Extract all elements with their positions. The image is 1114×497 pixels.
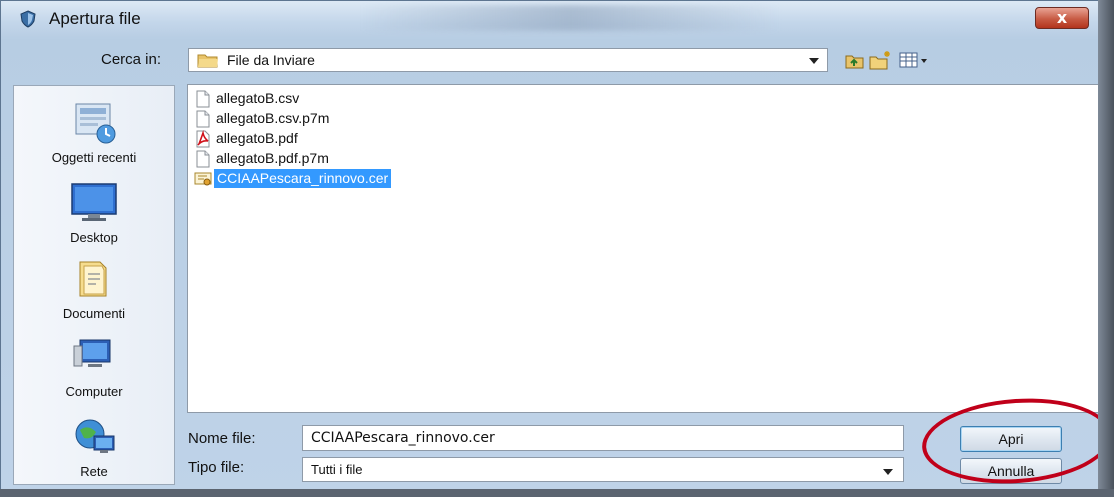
- file-item[interactable]: allegatoB.csv: [190, 89, 480, 109]
- file-name: allegatoB.pdf: [216, 130, 298, 146]
- new-folder-icon[interactable]: [868, 49, 892, 71]
- document-icon: [196, 110, 210, 128]
- up-one-level-icon[interactable]: [843, 49, 867, 71]
- view-menu-icon[interactable]: [897, 49, 931, 71]
- close-button[interactable]: x: [1035, 7, 1089, 29]
- documents-icon: [79, 261, 107, 297]
- cancel-button[interactable]: Annulla: [960, 458, 1062, 484]
- place-label: Computer: [65, 384, 123, 399]
- lookin-value: File da Inviare: [227, 52, 315, 68]
- chevron-down-icon: [809, 58, 819, 64]
- folder-icon: [197, 54, 218, 68]
- document-icon: [196, 90, 210, 108]
- place-label: Oggetti recenti: [51, 150, 137, 165]
- place-computer[interactable]: Computer: [14, 332, 174, 408]
- window-title: Apertura file: [49, 9, 141, 28]
- places-bar: Oggetti recenti Desktop Documenti Comput…: [13, 85, 175, 485]
- pdf-icon: [196, 130, 210, 148]
- desktop-icon: [71, 183, 117, 221]
- lookin-dropdown[interactable]: File da Inviare: [188, 48, 828, 72]
- file-item-selected[interactable]: CCIAAPescara_rinnovo.cer: [190, 169, 480, 189]
- recent-items-icon: [75, 103, 116, 144]
- file-name: allegatoB.csv.p7m: [216, 110, 330, 126]
- file-name: allegatoB.csv: [216, 90, 300, 106]
- certificate-icon: [194, 172, 212, 186]
- place-network[interactable]: Rete: [14, 412, 174, 488]
- place-documents[interactable]: Documenti: [14, 254, 174, 330]
- document-icon: [196, 150, 210, 168]
- network-icon: [75, 419, 115, 453]
- lookin-label: Cerca in:: [101, 51, 162, 68]
- file-list[interactable]: allegatoB.csv allegatoB.csv.p7m allegato…: [187, 84, 1099, 413]
- place-label: Rete: [80, 464, 108, 479]
- place-label: Documenti: [62, 306, 126, 321]
- title-bar: Apertura file x: [1, 1, 1099, 37]
- window-frame-edge: [1098, 0, 1114, 497]
- window-frame-bottom: [0, 489, 1114, 497]
- shield-icon: [20, 10, 36, 28]
- file-item[interactable]: allegatoB.csv.p7m: [190, 109, 480, 129]
- place-desktop[interactable]: Desktop: [14, 178, 174, 254]
- open-file-dialog: Apertura file x Cerca in: File da Inviar…: [0, 0, 1114, 497]
- file-item[interactable]: allegatoB.pdf: [190, 129, 480, 149]
- filename-label: Nome file:: [188, 430, 256, 447]
- filetype-label: Tipo file:: [188, 459, 245, 476]
- file-item[interactable]: allegatoB.pdf.p7m: [190, 149, 480, 169]
- file-name: CCIAAPescara_rinnovo.cer: [214, 169, 392, 188]
- filetype-value: Tutti i file: [311, 462, 363, 477]
- place-label: Desktop: [70, 230, 118, 245]
- blurred-background: [361, 5, 781, 31]
- open-button[interactable]: Apri: [960, 426, 1062, 452]
- chevron-down-icon: [883, 469, 893, 475]
- filetype-dropdown[interactable]: Tutti i file: [302, 457, 904, 482]
- file-name: allegatoB.pdf.p7m: [216, 150, 329, 166]
- computer-icon: [73, 339, 111, 367]
- place-recent-items[interactable]: Oggetti recenti: [14, 98, 174, 174]
- filename-input[interactable]: [302, 425, 904, 451]
